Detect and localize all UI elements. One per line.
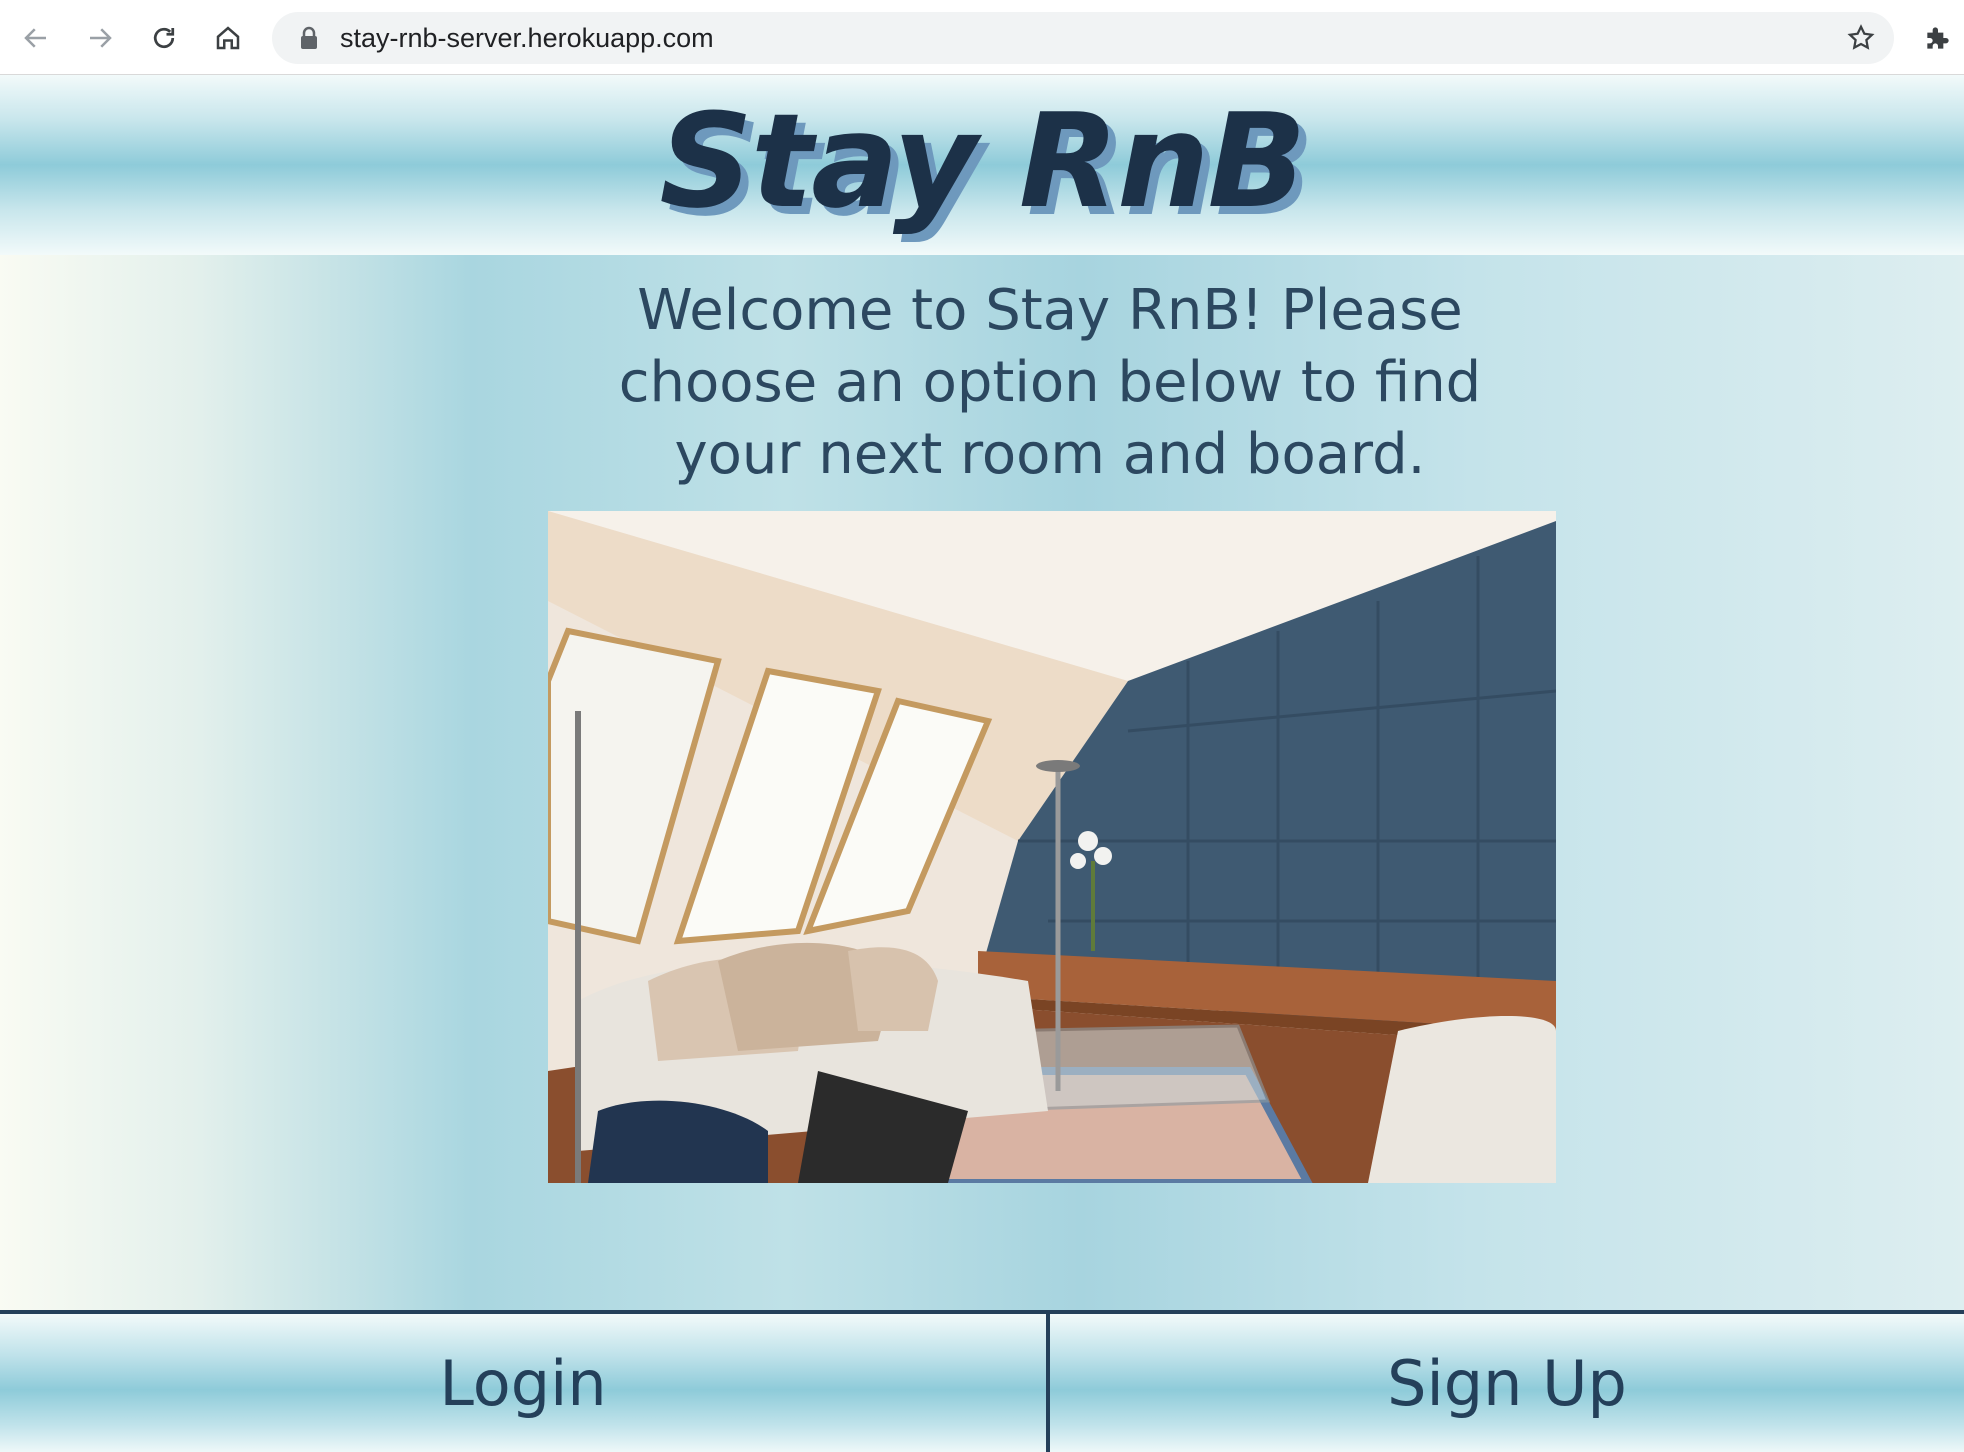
back-button[interactable] [16,18,56,58]
home-button[interactable] [208,18,248,58]
action-bar: Login Sign Up [0,1310,1964,1452]
living-room-photo [548,511,1556,1183]
back-arrow-icon [24,28,46,48]
site-logo: Stay RnB [659,85,1306,237]
home-icon [216,26,240,50]
welcome-message: Welcome to Stay RnB! Please choose an op… [618,278,1482,487]
forward-button[interactable] [80,18,120,58]
reload-icon [153,27,175,49]
signup-button[interactable]: Sign Up [1050,1314,1964,1452]
reload-button[interactable] [144,18,184,58]
star-icon[interactable] [1846,23,1876,53]
hero-image [548,511,1556,1183]
lock-icon [301,26,317,49]
login-button[interactable]: Login [0,1314,1050,1452]
url-text: stay-rnb-server.herokuapp.com [340,23,714,53]
page-content: Stay RnB Welcome to Stay RnB! Please cho… [0,75,1964,1452]
header-banner: Stay RnB [0,75,1964,255]
browser-toolbar: stay-rnb-server.herokuapp.com [0,0,1964,75]
forward-arrow-icon [90,28,112,48]
address-bar[interactable]: stay-rnb-server.herokuapp.com [272,12,1894,64]
puzzle-icon[interactable] [1922,22,1954,54]
